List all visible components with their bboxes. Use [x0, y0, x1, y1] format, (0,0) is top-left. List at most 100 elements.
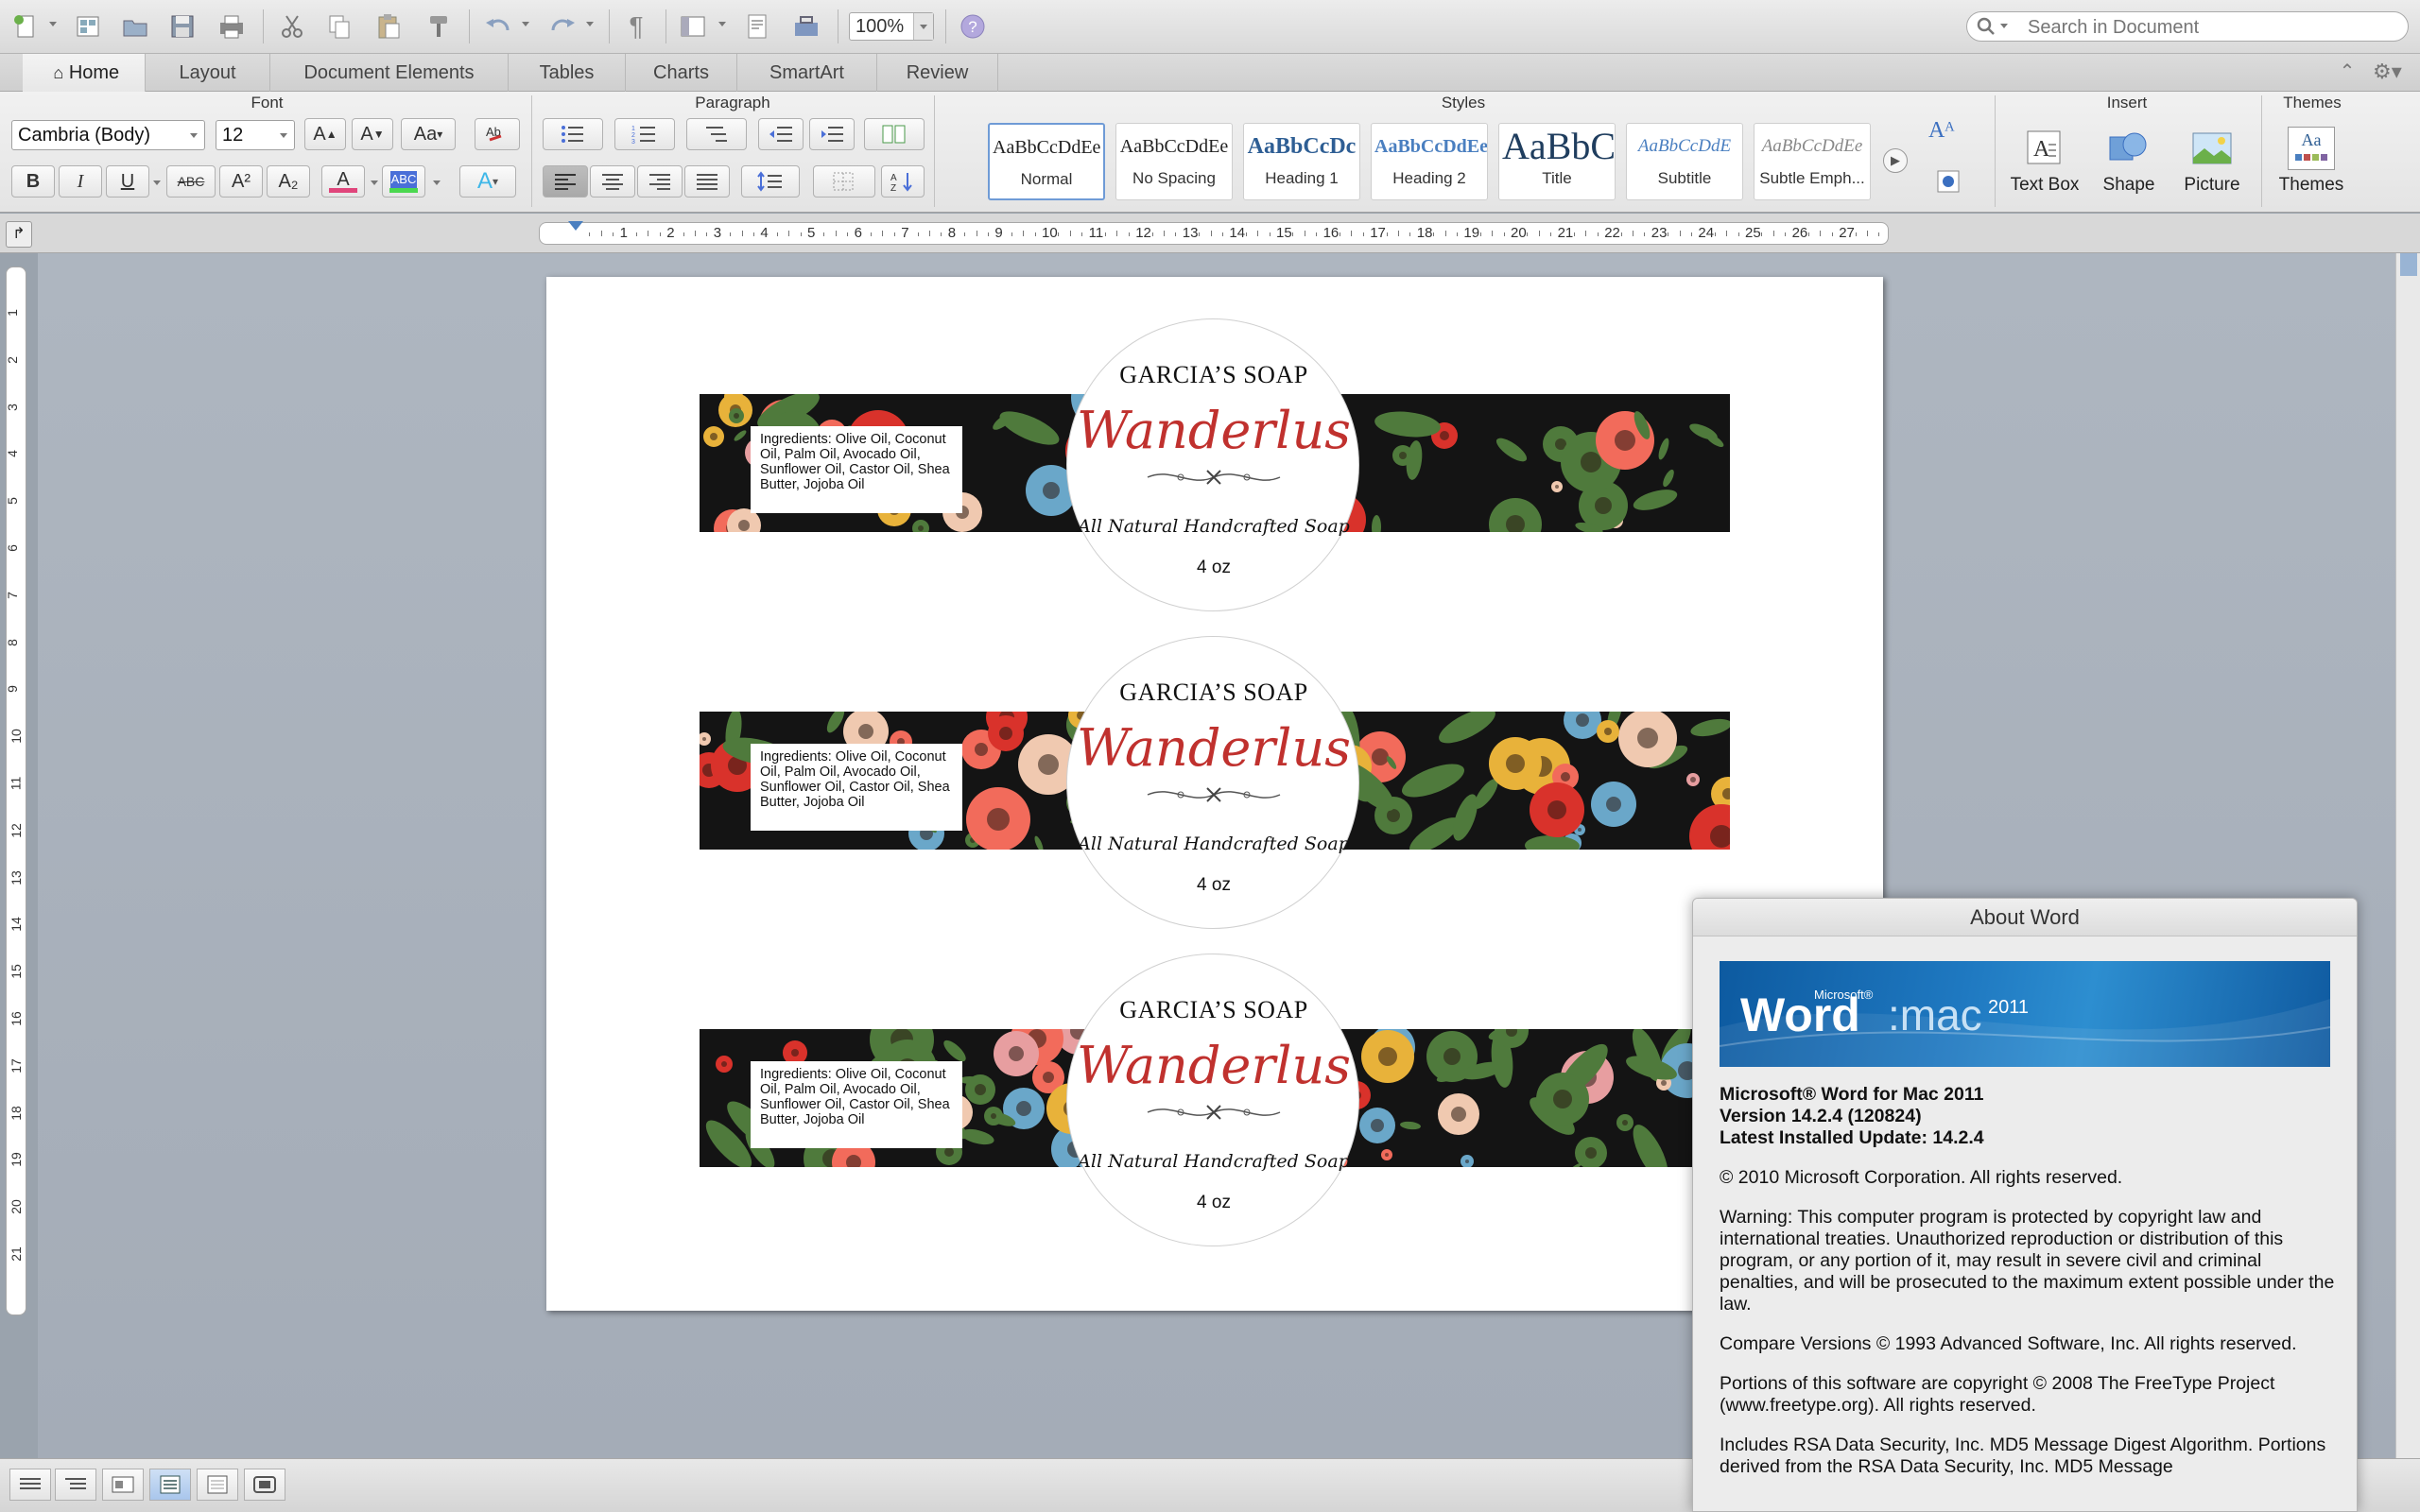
about-word-dialog[interactable]: About Word Microsoft® Word :mac 2011 Mic… — [1692, 898, 2358, 1512]
document-page[interactable]: Ingredients: Olive Oil, Coconut Oil, Pal… — [546, 277, 1883, 1311]
style-subtitle[interactable]: AaBbCcDdE Subtitle — [1626, 123, 1743, 200]
font-name-field[interactable]: Cambria (Body) — [11, 120, 205, 150]
text-box-button[interactable]: A Text Box — [2004, 122, 2085, 196]
text-effects-button[interactable]: A ▾ — [459, 165, 516, 198]
borders-button[interactable] — [813, 165, 875, 198]
undo-icon[interactable] — [480, 9, 516, 44]
paste-icon[interactable] — [371, 9, 406, 44]
style-normal[interactable]: AaBbCcDdEe Normal — [988, 123, 1105, 200]
ribbon-options-icon[interactable]: ⚙▾ — [2373, 60, 2405, 84]
undo-dropdown[interactable] — [522, 22, 529, 26]
grow-font-button[interactable]: A ▲ — [304, 118, 346, 150]
save-icon[interactable] — [164, 9, 200, 44]
tab-selector-icon[interactable]: ↱ — [6, 221, 32, 248]
tab-smartart[interactable]: SmartArt — [737, 54, 877, 92]
style-no-spacing[interactable]: AaBbCcDdEe No Spacing — [1115, 123, 1233, 200]
indent-marker-icon[interactable] — [568, 221, 583, 231]
ingredients-text[interactable]: Ingredients: Olive Oil, Coconut Oil, Pal… — [751, 426, 962, 513]
numbering-button[interactable]: 123 — [614, 118, 675, 150]
increase-indent-button[interactable] — [809, 118, 855, 150]
search-box[interactable] — [1966, 11, 2409, 42]
clear-formatting-icon[interactable]: Ab — [475, 118, 520, 150]
columns-button[interactable] — [864, 118, 925, 150]
styles-next-icon[interactable]: ▶ — [1883, 148, 1908, 173]
print-layout-view-icon[interactable] — [149, 1469, 191, 1501]
bold-button[interactable]: B — [11, 165, 55, 198]
new-dropdown[interactable] — [49, 22, 57, 26]
style-title[interactable]: AaBbC Title — [1498, 123, 1616, 200]
draft-view-icon[interactable] — [9, 1469, 51, 1501]
font-name-dropdown[interactable] — [190, 133, 198, 138]
copy-icon[interactable] — [321, 9, 357, 44]
shape-button[interactable]: Shape — [2087, 122, 2170, 196]
tab-charts[interactable]: Charts — [626, 54, 737, 92]
search-input[interactable] — [2028, 16, 2396, 39]
label-circle[interactable]: GARCIA’S SOAP Wanderlus All Natural Handcr… — [1066, 636, 1359, 929]
pilcrow-icon[interactable]: ¶ — [618, 9, 654, 44]
toolbox-icon[interactable] — [788, 9, 824, 44]
underline-button[interactable]: U — [106, 165, 149, 198]
align-right-button[interactable] — [637, 165, 683, 198]
italic-button[interactable]: I — [59, 165, 102, 198]
styles-pane-icon[interactable] — [1934, 167, 1962, 196]
soap-label[interactable]: Ingredients: Olive Oil, Coconut Oil, Pal… — [700, 636, 1730, 929]
multilevel-list-button[interactable] — [686, 118, 747, 150]
subscript-button[interactable]: A₂ — [267, 165, 310, 198]
tab-review[interactable]: Review — [877, 54, 998, 92]
style-heading-2[interactable]: AaBbCcDdEe Heading 2 — [1371, 123, 1488, 200]
horizontal-ruler[interactable]: 1 2 3 4 5 6 7 8 9 10 11 12 13 14 15 16 17 18 19 20 21 22 23 24 2… — [539, 221, 1889, 245]
superscript-button[interactable]: A² — [219, 165, 263, 198]
font-color-button[interactable]: A — [321, 165, 365, 198]
font-size-dropdown[interactable] — [280, 133, 287, 138]
align-left-button[interactable] — [543, 165, 588, 198]
tab-document-elements[interactable]: Document Elements — [270, 54, 509, 92]
shrink-font-button[interactable]: A ▼ — [352, 118, 393, 150]
sort-button[interactable]: AZ — [881, 165, 925, 198]
highlight-dropdown[interactable] — [433, 180, 441, 185]
focus-view-icon[interactable] — [244, 1469, 285, 1501]
strikethrough-button[interactable]: ABC — [166, 165, 216, 198]
change-case-button[interactable]: Aa ▾ — [401, 118, 456, 150]
label-circle[interactable]: GARCIA’S SOAP Wanderlus All Natural Handcr… — [1066, 318, 1359, 611]
picture-button[interactable]: Picture — [2170, 122, 2254, 196]
style-subtle-emphasis[interactable]: AaBbCcDdEe Subtle Emph... — [1754, 123, 1871, 200]
search-icon[interactable] — [1976, 15, 2014, 38]
collapse-ribbon-icon[interactable]: ⌃ — [2335, 60, 2360, 84]
sidebar-icon[interactable] — [675, 9, 711, 44]
notebook-view-icon[interactable] — [197, 1469, 238, 1501]
align-center-button[interactable] — [590, 165, 635, 198]
manage-styles-icon[interactable]: Aᴬ — [1928, 118, 1972, 152]
outline-view-icon[interactable] — [55, 1469, 96, 1501]
style-heading-1[interactable]: AaBbCcDc Heading 1 — [1243, 123, 1360, 200]
media-browser-icon[interactable] — [739, 9, 775, 44]
zoom-dropdown[interactable] — [913, 13, 933, 40]
justify-button[interactable] — [684, 165, 730, 198]
soap-label[interactable]: Ingredients: Olive Oil, Coconut Oil, Pal… — [700, 954, 1730, 1246]
redo-dropdown[interactable] — [586, 22, 594, 26]
new-icon[interactable] — [8, 9, 43, 44]
vertical-scrollbar[interactable] — [2395, 253, 2420, 1458]
print-icon[interactable] — [214, 9, 250, 44]
help-icon[interactable]: ? — [955, 9, 991, 44]
font-color-dropdown[interactable] — [371, 180, 378, 185]
tab-home[interactable]: ⌂ Home — [23, 54, 146, 92]
redo-icon[interactable] — [544, 9, 580, 44]
decrease-indent-button[interactable] — [758, 118, 804, 150]
sidebar-dropdown[interactable] — [718, 22, 726, 26]
label-circle[interactable]: GARCIA’S SOAP Wanderlus All Natural Handcr… — [1066, 954, 1359, 1246]
templates-icon[interactable] — [70, 9, 106, 44]
vertical-ruler[interactable]: 1 2 3 4 5 6 7 8 9 10 11 12 13 14 15 16 17 18 19 20 21 — [6, 266, 26, 1315]
line-spacing-button[interactable] — [741, 165, 800, 198]
tab-layout[interactable]: Layout — [146, 54, 270, 92]
themes-button[interactable]: Aa Themes — [2267, 122, 2356, 196]
scroll-thumb[interactable] — [2400, 253, 2417, 276]
tab-tables[interactable]: Tables — [509, 54, 626, 92]
cut-icon[interactable] — [274, 9, 310, 44]
format-painter-icon[interactable] — [420, 9, 456, 44]
highlight-button[interactable]: ABC — [382, 165, 425, 198]
bullets-button[interactable] — [543, 118, 603, 150]
open-icon[interactable] — [117, 9, 153, 44]
publishing-view-icon[interactable] — [102, 1469, 144, 1501]
ingredients-text[interactable]: Ingredients: Olive Oil, Coconut Oil, Pal… — [751, 1061, 962, 1148]
ingredients-text[interactable]: Ingredients: Olive Oil, Coconut Oil, Pal… — [751, 744, 962, 831]
